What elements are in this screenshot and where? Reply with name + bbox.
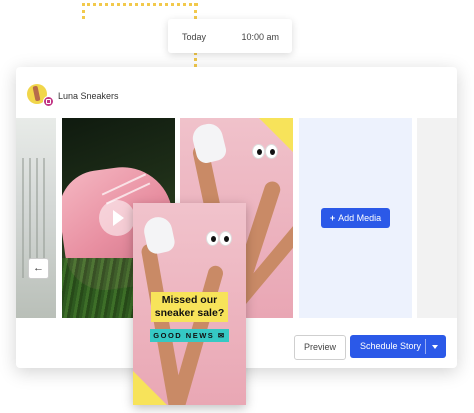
plus-icon: + bbox=[329, 213, 336, 223]
googly-eye bbox=[265, 144, 278, 159]
media-tile-partial[interactable] bbox=[16, 118, 56, 318]
media-tile-empty: + Add Media bbox=[299, 118, 412, 318]
arrow-left-icon: ← bbox=[33, 262, 44, 274]
schedule-time: 10:00 am bbox=[241, 32, 279, 42]
account-name: Luna Sneakers bbox=[58, 91, 119, 101]
chevron-down-icon[interactable] bbox=[432, 345, 438, 349]
googly-eye bbox=[219, 231, 232, 246]
dotted-connector-top bbox=[82, 3, 198, 6]
story-tagline: GOOD NEWS ✉ bbox=[150, 329, 229, 342]
add-media-button[interactable]: + Add Media bbox=[321, 208, 390, 228]
schedule-time-chip[interactable]: Today 10:00 am bbox=[168, 19, 292, 53]
add-media-label: Add Media bbox=[338, 213, 382, 223]
googly-eye bbox=[206, 231, 219, 246]
dotted-connector-left bbox=[82, 3, 85, 19]
scroll-left-button[interactable]: ← bbox=[28, 258, 49, 279]
instagram-icon bbox=[43, 96, 54, 107]
schedule-story-button[interactable]: Schedule Story bbox=[350, 335, 446, 358]
mail-icon: ✉ bbox=[217, 331, 226, 340]
story-preview[interactable]: Missed our sneaker sale? GOOD NEWS ✉ bbox=[133, 203, 246, 405]
story-headline: Missed our sneaker sale? bbox=[151, 292, 228, 322]
account-header: Luna Sneakers bbox=[16, 67, 457, 117]
googly-eye bbox=[252, 144, 265, 159]
preview-button[interactable]: Preview bbox=[294, 335, 346, 360]
play-icon[interactable] bbox=[99, 200, 135, 236]
schedule-story-label: Schedule Story bbox=[360, 341, 422, 351]
schedule-day: Today bbox=[182, 32, 207, 42]
media-tile-placeholder bbox=[417, 118, 457, 318]
